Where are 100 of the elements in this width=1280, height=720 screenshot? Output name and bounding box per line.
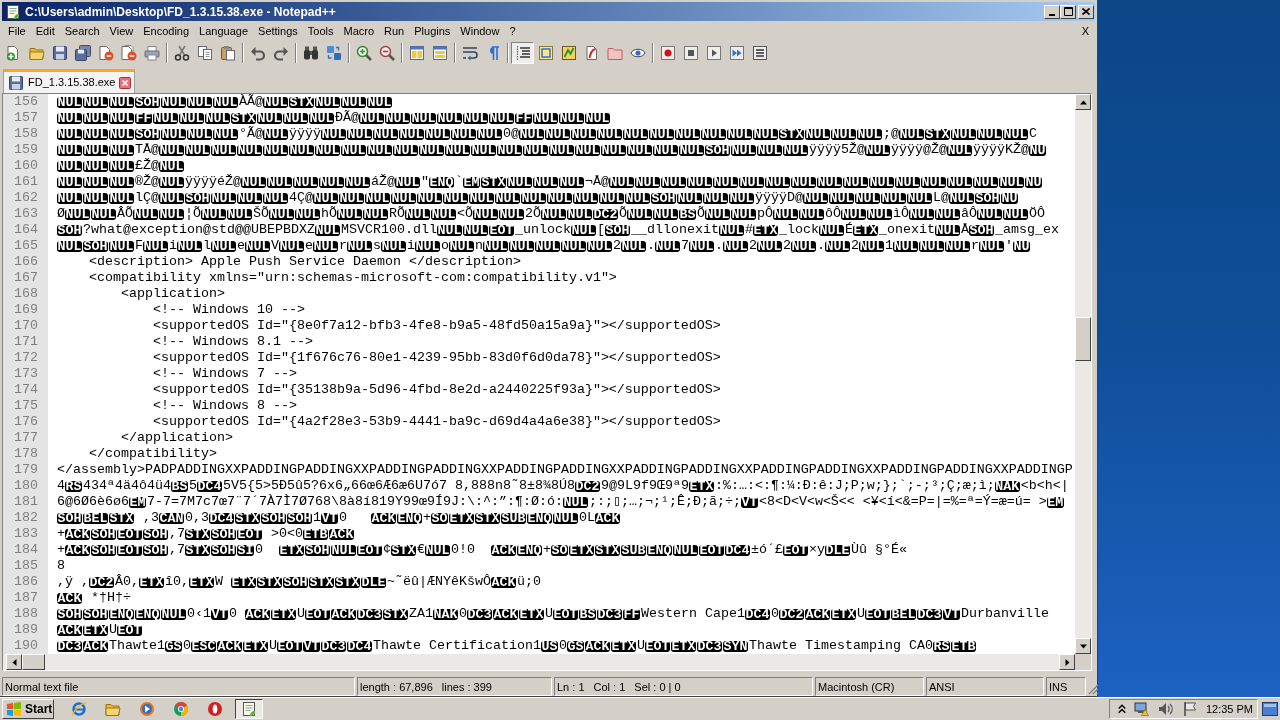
control-char-token: NUL xyxy=(843,176,868,188)
control-char-token: NUL xyxy=(621,240,646,252)
menu-item[interactable]: File xyxy=(3,22,31,39)
control-char-token: NUL xyxy=(1003,208,1028,220)
vertical-scrollbar[interactable] xyxy=(1075,94,1091,654)
close-icon xyxy=(1082,8,1090,15)
menu-item[interactable]: Tools xyxy=(302,22,339,39)
control-char-token: NUL xyxy=(373,128,398,140)
control-char-token: ENQ xyxy=(517,544,542,556)
control-char-token: NUL xyxy=(541,208,566,220)
code-text: ÿÿÿÿéŽ@ xyxy=(185,174,241,190)
code-text: Õ xyxy=(619,206,627,222)
menu-item[interactable]: Language xyxy=(194,22,254,39)
menu-item[interactable]: Window xyxy=(455,22,505,39)
scroll-right-button[interactable] xyxy=(1059,654,1075,670)
control-char-token: SO xyxy=(551,544,568,556)
code-text: <supportedOS Id="{8e0f7a12-bfb3-4fe8-b9a5-48fd50a15a9a}"></supportedOS> xyxy=(151,318,721,334)
close-document-button[interactable]: X xyxy=(1080,22,1090,39)
taskbar-app-button[interactable] xyxy=(235,699,263,719)
minimize-icon xyxy=(1049,13,1055,16)
control-char-token: NUL xyxy=(567,208,592,220)
show-desktop-icon[interactable] xyxy=(1262,702,1278,716)
folder-icon xyxy=(28,45,45,61)
line-number: 166 xyxy=(13,254,39,270)
control-char-token: EOT xyxy=(553,608,578,620)
menu-item[interactable]: Search xyxy=(59,22,105,39)
scrollbar-thumb[interactable] xyxy=(1075,317,1091,361)
code-text: [ xyxy=(596,222,605,238)
control-char-token: SOH xyxy=(211,544,236,556)
control-char-token: DC2 xyxy=(574,480,600,492)
control-char-token: STX xyxy=(391,544,416,556)
close-button[interactable] xyxy=(1078,4,1094,19)
scroll-up-button[interactable] xyxy=(1075,94,1091,110)
toolbar-button[interactable] xyxy=(511,42,534,64)
clock[interactable]: 12:35 PM xyxy=(1205,702,1253,716)
control-char-token: FF xyxy=(623,608,640,620)
control-char-token: NUL xyxy=(161,608,186,620)
maximize-button[interactable] xyxy=(1060,4,1076,19)
code-text: ,7 xyxy=(169,542,185,558)
control-char-token: ACK xyxy=(329,528,354,540)
code-text: + xyxy=(423,510,431,526)
menu-item[interactable]: Macro xyxy=(338,22,380,39)
control-char-token: DC4 xyxy=(197,480,222,492)
code-text: V xyxy=(271,238,279,254)
control-char-token: NUL xyxy=(635,176,660,188)
code-text: lÇ@ xyxy=(135,190,159,206)
menu-item[interactable]: Run xyxy=(379,22,410,39)
binoculars-icon xyxy=(302,45,319,61)
control-char-token: EM xyxy=(129,496,146,508)
control-char-token: NUL xyxy=(562,496,588,508)
line-number: 172 xyxy=(13,350,39,366)
network-icon[interactable] xyxy=(1133,701,1150,717)
control-char-token: NUL xyxy=(341,96,366,108)
speaker-icon[interactable] xyxy=(1157,701,1174,717)
line-number: 182 xyxy=(13,510,39,526)
horizontal-scrollbar[interactable] xyxy=(3,654,1075,670)
control-char-token: NUL xyxy=(65,208,90,220)
menu-item[interactable]: View xyxy=(104,22,139,39)
code-text: áŽ@ xyxy=(371,174,395,190)
control-char-token: NUL xyxy=(757,144,782,156)
control-char-token: NUL xyxy=(561,240,586,252)
control-char-token: ACK xyxy=(65,528,90,540)
menu-item[interactable]: Edit xyxy=(30,22,60,39)
close-icon[interactable] xyxy=(119,76,132,89)
control-char-token: NUL xyxy=(661,176,686,188)
resize-grip-icon[interactable] xyxy=(1088,683,1100,695)
code-text: <application> xyxy=(120,286,225,302)
control-char-token: VT xyxy=(303,640,320,652)
printer-icon xyxy=(143,45,160,61)
control-char-token: NUL xyxy=(867,208,892,220)
control-char-token: NUL xyxy=(919,240,944,252)
right-triangle-icon xyxy=(1063,658,1071,666)
control-char-token: NUL xyxy=(201,208,226,220)
menu-item[interactable]: Encoding xyxy=(138,22,195,39)
control-char-token: NUL xyxy=(679,144,704,156)
double-chevron-up-icon[interactable] xyxy=(1117,704,1126,714)
control-char-token: NUL xyxy=(677,192,702,204)
code-text: 5 xyxy=(189,478,197,494)
menu-item[interactable]: Plugins xyxy=(409,22,456,39)
scroll-down-button[interactable] xyxy=(1075,638,1091,654)
code-text: + xyxy=(57,526,65,542)
file-tab[interactable]: FD_1.3.15.38.exe xyxy=(3,69,136,93)
flag-icon[interactable] xyxy=(1181,701,1198,717)
undo-icon xyxy=(249,45,266,61)
line-number: 184 xyxy=(13,542,39,558)
control-char-token: NUL xyxy=(739,176,764,188)
code-text: ;@ xyxy=(883,126,899,142)
control-char-token: EOT xyxy=(117,624,142,636)
start-button[interactable]: Start xyxy=(2,699,54,719)
code-text: <!-- Windows 8.1 --> xyxy=(151,334,313,350)
menu-item[interactable]: Settings xyxy=(253,22,303,39)
scroll-left-button[interactable] xyxy=(6,654,22,670)
minimize-button[interactable] xyxy=(1044,4,1060,19)
scrollbar-thumb[interactable] xyxy=(22,654,45,670)
menu-item[interactable]: ? xyxy=(504,22,521,39)
control-char-token: NUL xyxy=(109,240,134,252)
control-char-token: NUL xyxy=(345,176,370,188)
control-char-token: NUL xyxy=(211,144,236,156)
control-char-token: NUL xyxy=(935,208,960,220)
control-char-token: NUL xyxy=(495,192,520,204)
